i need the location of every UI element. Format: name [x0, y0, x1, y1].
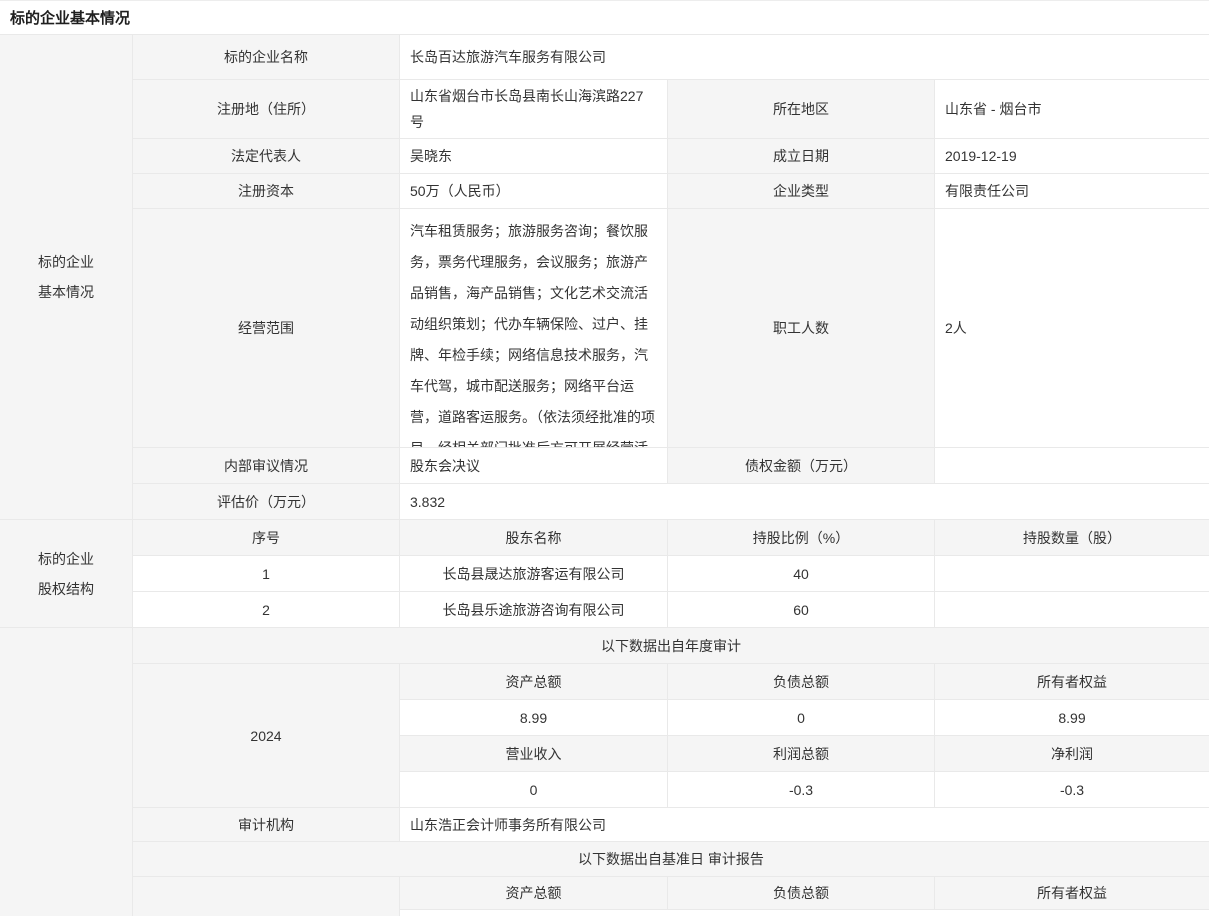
- total-assets-header: 资产总额: [400, 664, 668, 700]
- legal-rep-label: 法定代表人: [133, 139, 400, 174]
- equity-row-shares: [935, 592, 1209, 628]
- target-company-info-page: 标的企业基本情况 标的企业 基本情况 标的企业名称 长岛百达旅游汽车服务有限公司…: [0, 0, 1209, 914]
- company-info-table: 标的企业 基本情况 标的企业名称 长岛百达旅游汽车服务有限公司 注册地（住所） …: [0, 34, 1209, 916]
- section-header: 标的企业基本情况: [0, 1, 1209, 34]
- equity-header-ratio: 持股比例（%）: [668, 520, 935, 556]
- equity-header-shares: 持股数量（股）: [935, 520, 1209, 556]
- internal-review-value: 股东会决议: [400, 448, 668, 484]
- baseline-audit-banner: 以下数据出自基准日 审计报告: [133, 842, 1209, 877]
- group-label-line1: 标的企业: [38, 544, 94, 574]
- staff-count-value: 2人: [935, 209, 1209, 448]
- establish-date-label: 成立日期: [668, 139, 935, 174]
- owner-equity-value: 8.99: [935, 700, 1209, 736]
- appraisal-price-value: 3.832: [400, 484, 1209, 520]
- total-profit-value: -0.3: [668, 772, 935, 808]
- reg-capital-value: 50万（人民币）: [400, 174, 668, 209]
- company-name-value: 长岛百达旅游汽车服务有限公司: [400, 35, 1209, 80]
- equity-row-seq: 1: [133, 556, 400, 592]
- establish-date-value: 2019-12-19: [935, 139, 1209, 174]
- equity-row-ratio: 60: [668, 592, 935, 628]
- total-liabilities-header: 负债总额: [668, 664, 935, 700]
- page-title: 标的企业基本情况: [10, 7, 130, 28]
- equity-row-ratio: 40: [668, 556, 935, 592]
- revenue-value: 0: [400, 772, 668, 808]
- internal-review-label: 内部审议情况: [133, 448, 400, 484]
- business-scope-value: 汽车租赁服务；旅游服务咨询；餐饮服务，票务代理服务，会议服务；旅游产品销售，海产…: [400, 209, 668, 448]
- equity-row-shareholder: 长岛县乐途旅游咨询有限公司: [400, 592, 668, 628]
- owner-equity-header: 所有者权益: [935, 664, 1209, 700]
- annual-audit-banner: 以下数据出自年度审计: [133, 628, 1209, 664]
- audit-agency-value: 山东浩正会计师事务所有限公司: [400, 808, 1209, 842]
- total-assets-value: 8.99: [400, 700, 668, 736]
- group-label-line1: 标的企业: [38, 247, 94, 277]
- company-name-label: 标的企业名称: [133, 35, 400, 80]
- equity-row-shares: [935, 556, 1209, 592]
- enterprise-type-label: 企业类型: [668, 174, 935, 209]
- revenue-header: 营业收入: [400, 736, 668, 772]
- equity-row-seq: 2: [133, 592, 400, 628]
- equity-header-seq: 序号: [133, 520, 400, 556]
- total-liabilities-value: 0: [668, 700, 935, 736]
- total-profit-header: 利润总额: [668, 736, 935, 772]
- total-liabilities-header: 负债总额: [668, 877, 935, 910]
- reg-capital-label: 注册资本: [133, 174, 400, 209]
- fiscal-year-label: 2024: [133, 664, 400, 808]
- region-label: 所在地区: [668, 80, 935, 139]
- audit-agency-label: 审计机构: [133, 808, 400, 842]
- owner-equity-header: 所有者权益: [935, 877, 1209, 910]
- group-label-line2: 基本情况: [38, 277, 94, 307]
- baseline-year-label-empty: [133, 877, 400, 916]
- total-assets-header: 资产总额: [400, 877, 668, 910]
- baseline-values-row-cutoff: [400, 910, 1209, 916]
- group-label-basic-info: 标的企业 基本情况: [0, 35, 133, 520]
- reg-address-label: 注册地（住所）: [133, 80, 400, 139]
- reg-address-value: 山东省烟台市长岛县南长山海滨路227号: [400, 80, 668, 139]
- group-label-equity-structure: 标的企业 股权结构: [0, 520, 133, 628]
- region-value: 山东省 - 烟台市: [935, 80, 1209, 139]
- legal-rep-value: 吴晓东: [400, 139, 668, 174]
- net-profit-header: 净利润: [935, 736, 1209, 772]
- group-label-financials-empty: [0, 628, 133, 916]
- appraisal-price-label: 评估价（万元）: [133, 484, 400, 520]
- debt-amount-label: 债权金额（万元）: [668, 448, 935, 484]
- debt-amount-value: [935, 448, 1209, 484]
- equity-header-shareholder: 股东名称: [400, 520, 668, 556]
- business-scope-label: 经营范围: [133, 209, 400, 448]
- group-label-line2: 股权结构: [38, 574, 94, 604]
- enterprise-type-value: 有限责任公司: [935, 174, 1209, 209]
- net-profit-value: -0.3: [935, 772, 1209, 808]
- equity-row-shareholder: 长岛县晟达旅游客运有限公司: [400, 556, 668, 592]
- staff-count-label: 职工人数: [668, 209, 935, 448]
